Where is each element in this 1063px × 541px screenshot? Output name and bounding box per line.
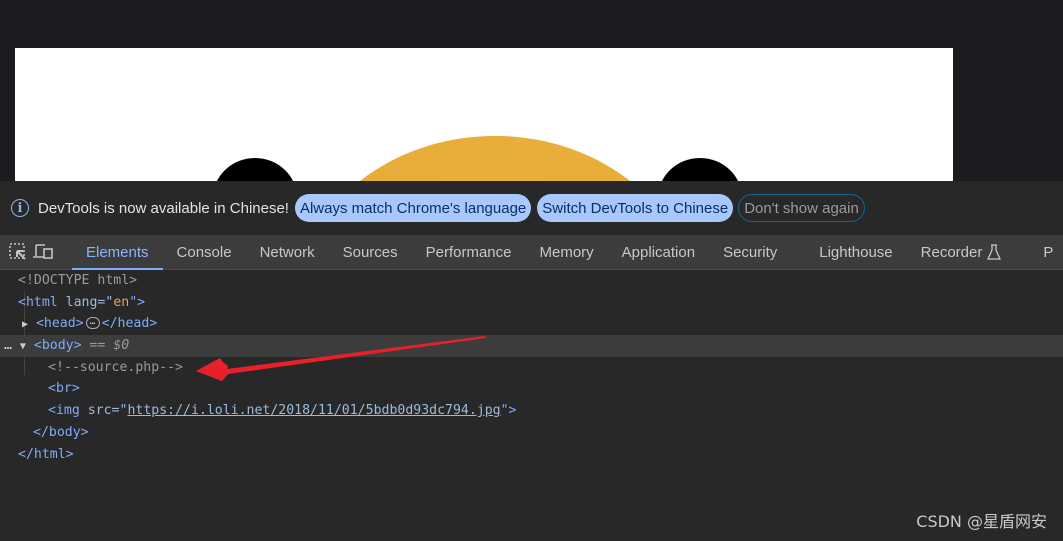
tab-application[interactable]: Application xyxy=(608,235,709,269)
tab-recorder-label: Recorder xyxy=(920,243,983,261)
dom-node-comment[interactable]: <!--source.php--> xyxy=(0,357,1063,379)
page-image xyxy=(15,48,953,188)
devtools-tabbar: Elements Console Network Sources Perform… xyxy=(0,235,1063,270)
img-src-link[interactable]: https://i.loli.net/2018/11/01/5bdb0d93dc… xyxy=(127,403,500,418)
device-toolbar-icon[interactable] xyxy=(32,235,54,269)
infobar-message: DevTools is now available in Chinese! xyxy=(38,199,289,217)
tab-network[interactable]: Network xyxy=(246,235,329,269)
dom-node-img[interactable]: <img src="https://i.loli.net/2018/11/01/… xyxy=(0,400,1063,422)
img-tag-close: "> xyxy=(500,403,517,419)
head-open-tag: <head> xyxy=(35,316,84,332)
html-attr-name: lang xyxy=(65,294,98,310)
dom-node-body-close[interactable]: </body> xyxy=(0,422,1063,444)
dont-show-again-button[interactable]: Don't show again xyxy=(738,194,865,222)
html-attr-value: en xyxy=(113,294,130,310)
dom-node-html-close[interactable]: </html> xyxy=(0,444,1063,466)
dom-node-html[interactable]: <html lang="en"> xyxy=(0,292,1063,314)
info-icon: i xyxy=(11,199,29,217)
devtools-panel: i DevTools is now available in Chinese! … xyxy=(0,181,1063,541)
tab-elements[interactable]: Elements xyxy=(72,235,163,270)
img-tag: <img xyxy=(48,403,80,419)
html-close-tag: </html> xyxy=(18,446,74,462)
tab-security[interactable]: Security xyxy=(709,235,791,269)
tab-recorder[interactable]: Recorder xyxy=(907,235,1016,269)
tab-sources[interactable]: Sources xyxy=(329,235,412,269)
tab-performance[interactable]: Performance xyxy=(412,235,526,269)
row-actions-icon[interactable]: … xyxy=(4,338,12,353)
tab-overflow[interactable]: P xyxy=(1015,235,1063,269)
source-comment: <!--source.php--> xyxy=(48,359,183,375)
csdn-watermark: CSDN @星盾网安 xyxy=(916,512,1047,531)
img-attr-name: src xyxy=(87,403,112,419)
dom-node-doctype[interactable]: <!DOCTYPE html> xyxy=(0,270,1063,292)
body-close-tag: </body> xyxy=(33,424,89,440)
language-infobar: i DevTools is now available in Chinese! … xyxy=(0,181,1063,235)
emoji-image xyxy=(214,136,741,188)
dom-tree: <!DOCTYPE html> <html lang="en"> ▶ <head… xyxy=(0,270,1063,465)
head-close-tag: </head> xyxy=(101,316,158,332)
tab-memory[interactable]: Memory xyxy=(526,235,608,269)
body-open-tag: <body> xyxy=(33,338,82,354)
html-tag: <html xyxy=(18,294,58,310)
flask-icon xyxy=(987,244,1002,260)
selected-marker: == $0 xyxy=(89,338,130,354)
always-match-language-button[interactable]: Always match Chrome's language xyxy=(294,194,532,222)
html-attr-eq: =" xyxy=(97,294,114,310)
dom-node-body[interactable]: … ▼ <body> == $0 xyxy=(0,335,1063,357)
html-tag-close: "> xyxy=(129,294,146,310)
page-viewport xyxy=(0,0,1063,188)
tab-console[interactable]: Console xyxy=(163,235,246,269)
inspect-element-icon[interactable] xyxy=(8,235,28,269)
doctype-text: <!DOCTYPE html> xyxy=(18,273,138,288)
collapse-triangle-icon[interactable]: ▼ xyxy=(20,336,26,358)
img-attr-eq: =" xyxy=(111,403,128,419)
dom-node-head[interactable]: ▶ <head>… </head> xyxy=(0,313,1063,335)
dom-node-br[interactable]: <br> xyxy=(0,378,1063,400)
br-tag: <br> xyxy=(48,381,80,397)
tab-lighthouse[interactable]: Lighthouse xyxy=(805,235,906,269)
collapsed-ellipsis-icon[interactable]: … xyxy=(85,317,100,330)
expand-triangle-icon[interactable]: ▶ xyxy=(22,314,28,336)
switch-to-chinese-button[interactable]: Switch DevTools to Chinese xyxy=(537,194,734,222)
